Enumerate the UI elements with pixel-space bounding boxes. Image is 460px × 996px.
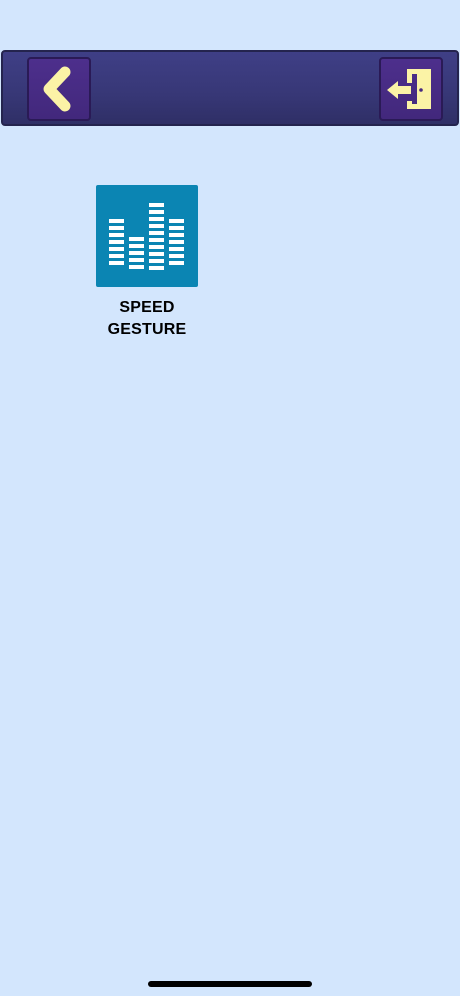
speed-gesture-label[interactable]: SPEED GESTURE xyxy=(76,297,218,341)
label-line-2: GESTURE xyxy=(107,321,187,338)
label-line-1: SPEED xyxy=(119,299,175,316)
back-button[interactable] xyxy=(27,57,91,121)
exit-door-icon xyxy=(387,69,431,109)
equalizer-icon xyxy=(109,203,184,270)
top-bar xyxy=(1,50,459,126)
exit-button[interactable] xyxy=(379,57,443,121)
chevron-left-icon xyxy=(43,66,71,112)
speed-gesture-app-tile[interactable] xyxy=(96,185,198,287)
home-indicator[interactable] xyxy=(148,981,312,987)
